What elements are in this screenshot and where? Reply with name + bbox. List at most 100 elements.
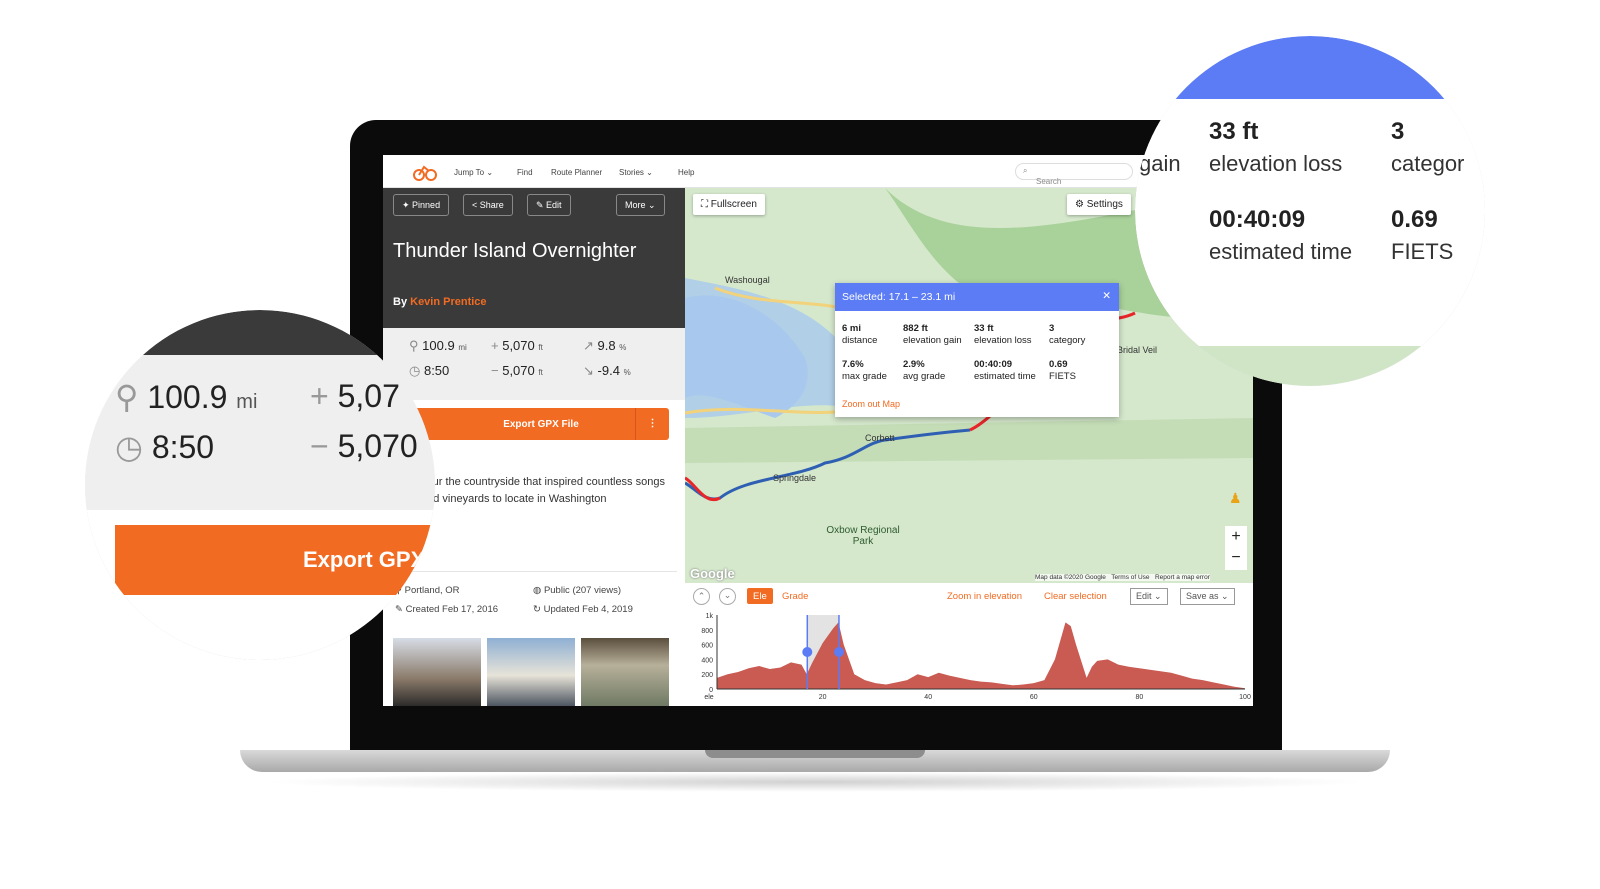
laptop-shadow [260, 772, 1370, 792]
route-photo[interactable] [581, 638, 669, 706]
map-attribution: Map data ©2020 Google Terms of Use Repor… [1035, 574, 1210, 581]
zoom-time: ◷ 8:50 [115, 429, 215, 465]
map-label: Washougal [725, 275, 770, 285]
meta-created: ✎ Created Feb 17, 2016 [395, 604, 499, 615]
zoom-category-value: 3 [1391, 118, 1405, 145]
export-options-icon[interactable]: ⋮ [635, 408, 669, 440]
zoom-loss-value: 33 ft [1209, 118, 1259, 145]
zoom-in-elevation-button[interactable]: Zoom in elevation [947, 591, 1022, 602]
laptop-notch [705, 750, 925, 758]
zoom-out-map-link[interactable]: Zoom out Map [842, 399, 900, 409]
magnifier-right: 33 ft elevation loss gain 3 categor 00:4… [1135, 36, 1485, 386]
map-label: Corbett [865, 433, 895, 443]
zoom-loss-label: elevation loss [1209, 151, 1343, 176]
zoom-popup-header [1135, 36, 1485, 99]
route-photo[interactable] [487, 638, 575, 706]
x-tick-label: 80 [1136, 694, 1144, 701]
x-tick-label: 100 [1239, 694, 1251, 701]
elevation-panel: ⌃ ⌄ Ele Grade Zoom in elevation Clear se… [685, 583, 1253, 706]
route-title: Thunder Island Overnighter [393, 240, 637, 262]
meta-updated: ↻ Updated Feb 4, 2019 [533, 604, 633, 615]
bike-logo-icon[interactable] [413, 163, 437, 181]
y-tick-label: 800 [701, 628, 713, 635]
zoom-category-label: categor [1391, 151, 1465, 176]
zoom-in-button[interactable]: + [1225, 526, 1247, 547]
elevation-area [717, 622, 1245, 689]
route-header: ✦ Pinned < Share ✎ Edit More ⌄ Thunder I… [383, 188, 685, 328]
google-logo: Google [690, 566, 735, 581]
route-stats: ⚲ 100.9 mi + 5,070 ft ↗ 9.8 % ◷ 8:50 − 5… [383, 328, 685, 400]
zoom-out-button[interactable]: − [1225, 547, 1247, 568]
elevation-chart[interactable]: 1k 800 600 400 200 0ele 20 40 60 80 100 [685, 611, 1253, 706]
zoom-gain: + 5,07 [310, 378, 400, 414]
zoom-time-value: 00:40:09 [1209, 206, 1306, 233]
tab-ele[interactable]: Ele [747, 588, 773, 604]
fullscreen-button[interactable]: ⛶ Fullscreen [693, 194, 765, 215]
chevron-up-icon[interactable]: ⌃ [693, 588, 710, 605]
pinned-button[interactable]: ✦ Pinned [393, 194, 450, 216]
popup-stat: 882 ft elevation gain [903, 323, 962, 346]
route-photo[interactable] [393, 638, 481, 706]
street-view-icon[interactable]: ♟ [1229, 490, 1242, 507]
top-nav: Jump To ⌄ Find Route Planner Stories ⌄ H… [383, 155, 1253, 188]
map-label: Springdale [773, 473, 817, 483]
tab-grade[interactable]: Grade [782, 591, 808, 602]
x-tick-label: 60 [1030, 694, 1038, 701]
search-icon: ⌕ [1023, 166, 1028, 175]
y-tick-label: 1k [706, 613, 714, 620]
settings-button[interactable]: ⚙ Settings [1067, 194, 1131, 215]
popup-stat: 33 ft elevation loss [974, 323, 1032, 346]
divider [393, 571, 677, 572]
stat-max-grade: ↗ 9.8 % [583, 338, 627, 353]
save-as-dropdown[interactable]: Save as ⌄ [1180, 588, 1235, 605]
x-tick-label: 40 [924, 694, 932, 701]
stat-loss: − 5,070 ft [491, 363, 543, 378]
edit-button[interactable]: ✎ Edit [527, 194, 571, 216]
zoom-distance: ⚲ 100.9 mi [115, 379, 258, 415]
popup-stat: 00:40:09 estimated time [974, 359, 1036, 382]
nav-route-planner[interactable]: Route Planner [551, 168, 602, 177]
selection-popup: Selected: 17.1 – 23.1 mi ✕ 6 mi distance 88… [835, 283, 1119, 417]
x-tick-label: ele [704, 694, 713, 701]
nav-jump-to[interactable]: Jump To ⌄ [454, 168, 493, 177]
export-gpx-button[interactable]: Export GPX File ⋮ [413, 408, 669, 440]
more-button[interactable]: More ⌄ [616, 194, 665, 216]
popup-stat: 3 category [1049, 323, 1086, 346]
stat-min-grade: ↘ -9.4 % [583, 363, 631, 378]
magnifier-left: ⚲ 100.9 mi + 5,07 ◷ 8:50 − 5,070 Export … [85, 310, 435, 660]
zoom-fiets-label: FIETS [1391, 239, 1454, 264]
nav-help[interactable]: Help [678, 168, 694, 177]
meta-location: ⚲ Portland, OR [395, 585, 460, 596]
edit-dropdown[interactable]: Edit ⌄ [1130, 588, 1168, 605]
search-input[interactable]: ⌕ Search [1015, 163, 1133, 186]
zoom-fiets-value: 0.69 [1391, 206, 1438, 233]
selection-handle [833, 647, 844, 657]
nav-find[interactable]: Find [517, 168, 533, 177]
stat-distance: ⚲ 100.9 mi [409, 338, 467, 353]
share-button[interactable]: < Share [463, 194, 513, 216]
popup-stat: 0.69 FIETS [1049, 359, 1076, 382]
x-tick-label: 20 [819, 694, 827, 701]
popup-stat: 7.6% max grade [842, 359, 887, 382]
close-icon[interactable]: ✕ [1102, 290, 1111, 302]
selection-handle [802, 647, 813, 657]
y-tick-label: 600 [701, 643, 713, 650]
map-label: Bridal Veil [1117, 345, 1158, 355]
zoom-gain-label: gain [1139, 151, 1181, 176]
clear-selection-button[interactable]: Clear selection [1044, 591, 1107, 602]
author-link[interactable]: Kevin Prentice [410, 296, 486, 308]
y-tick-label: 400 [701, 657, 713, 664]
popup-stat: 2.9% avg grade [903, 359, 946, 382]
y-tick-label: 200 [701, 672, 713, 679]
chevron-down-icon[interactable]: ⌄ [719, 588, 736, 605]
zoom-time-label: estimated time [1209, 239, 1353, 264]
popup-header: Selected: 17.1 – 23.1 mi ✕ [835, 283, 1119, 311]
route-author: By Kevin Prentice [393, 296, 487, 308]
zoom-export-button: Export GPX [115, 525, 435, 595]
popup-stat: 6 mi distance [842, 323, 878, 346]
nav-stories[interactable]: Stories ⌄ [619, 168, 653, 177]
zoom-loss: − 5,070 [310, 428, 418, 464]
zoom-controls: + − [1225, 526, 1247, 570]
stat-time: ◷ 8:50 [409, 363, 450, 378]
y-tick-label: 0 [709, 687, 713, 694]
